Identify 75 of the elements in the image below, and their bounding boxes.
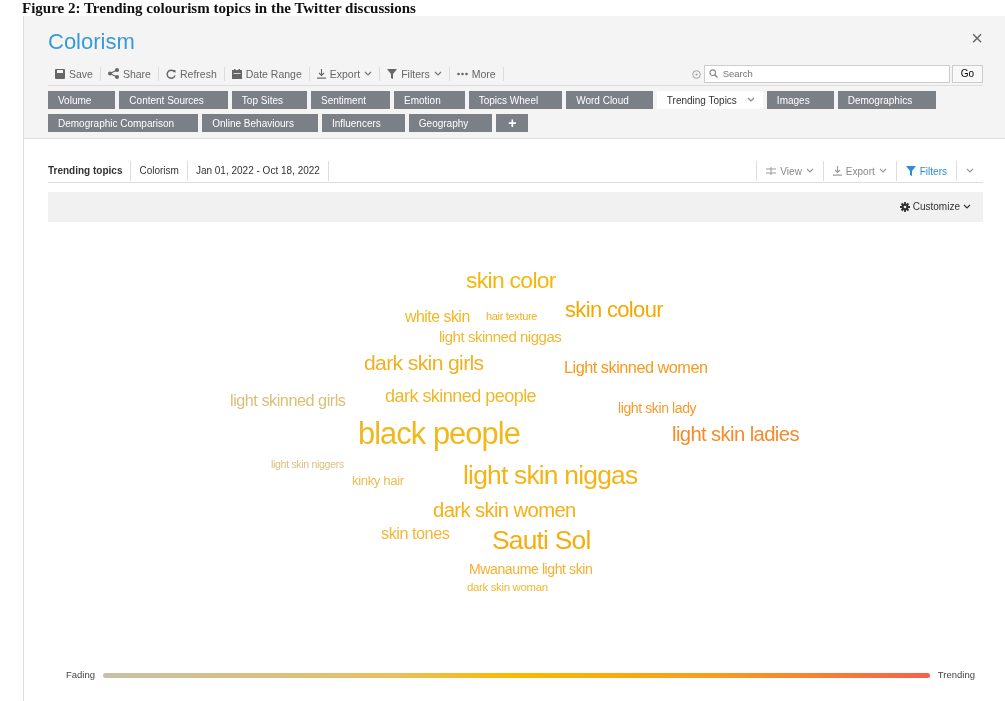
share-icon [107, 68, 119, 79]
cloud-word: light skin niggas [463, 461, 638, 488]
cloud-word: black people [358, 418, 520, 449]
cloud-word: white skin [405, 308, 470, 325]
caret-icon [805, 168, 814, 174]
cloud-word: skin color [466, 268, 556, 291]
page-title: Colorism [48, 28, 135, 56]
cloud-word: Mwanaume light skin [469, 561, 593, 576]
tab[interactable]: Sentiment [311, 91, 391, 109]
tab[interactable]: Content Sources [119, 91, 228, 109]
help-icon [691, 69, 701, 79]
legend-label: Trending [937, 667, 975, 682]
figure-caption: Figure 2: Trending colourism topics in the Twitter discussions [21, 0, 417, 16]
caret-icon [963, 203, 971, 210]
cloud-word: light skin ladies [672, 423, 799, 444]
legend-label: Fading [66, 667, 96, 682]
cloud-word: Light skinned women [564, 358, 708, 375]
cloud-word: hair texture [486, 310, 538, 321]
cloud-word: dark skin girls [364, 351, 484, 374]
cloud-word: Sauti Sol [492, 526, 591, 553]
export-button[interactable]: Export [309, 66, 381, 81]
breadcrumb-item: Trending topics [48, 161, 132, 181]
caret-icon [966, 168, 974, 174]
caret-icon [746, 97, 755, 103]
go-button[interactable]: Go [951, 64, 983, 83]
tab[interactable]: Topics Wheel [468, 91, 563, 109]
refresh-button[interactable]: Refresh [158, 66, 225, 81]
cloud-word: skin colour [565, 298, 663, 321]
filters-button[interactable]: Filters [380, 66, 450, 81]
caret-icon [364, 70, 373, 77]
tab[interactable]: Word Cloud [566, 91, 653, 109]
breadcrumb-item: Jan 01, 2022 - Oct 18, 2022 [187, 161, 329, 181]
add-tab-button[interactable]: + [496, 114, 529, 132]
download-icon [832, 166, 842, 176]
cloud-word: dark skin women [433, 499, 576, 520]
caret-icon [433, 70, 442, 77]
close-button[interactable]: × [971, 28, 983, 48]
cloud-word: light skin lady [618, 400, 697, 415]
caret-icon [878, 168, 887, 174]
view-button[interactable]: View [756, 161, 823, 181]
cloud-word: dark skin woman [467, 581, 548, 594]
view-icon [766, 167, 777, 175]
cloud-word: light skin niggers [271, 458, 344, 469]
gear-icon [899, 201, 910, 212]
tab[interactable]: Influencers [321, 114, 405, 132]
tab[interactable]: Online Behaviours [202, 114, 318, 132]
tab[interactable]: Demographic Comparison [48, 114, 199, 132]
ellipsis-icon [456, 71, 468, 76]
refresh-icon [165, 68, 176, 79]
cloud-word: kinky hair [352, 473, 404, 488]
tab[interactable]: Geography [408, 114, 493, 132]
tab[interactable]: Demographics [837, 91, 937, 109]
save-icon [55, 68, 65, 79]
cloud-word: skin tones [381, 524, 450, 541]
cloud-word: dark skinned people [385, 386, 537, 405]
tab[interactable]: Top Sites [231, 91, 307, 109]
filters-button[interactable]: Filters [895, 161, 956, 181]
filter-icon [905, 166, 916, 176]
download-icon [316, 68, 326, 79]
tab[interactable]: Images [766, 91, 834, 109]
tab[interactable]: Volume [48, 91, 116, 109]
calendar-icon [231, 68, 242, 79]
more-button[interactable]: More [449, 66, 504, 81]
filter-icon [387, 68, 398, 79]
tab[interactable]: Emotion [394, 91, 465, 109]
cloud-word: light skinned niggas [439, 329, 562, 344]
breadcrumb-item: Colorism [131, 161, 188, 181]
search-field[interactable]: Search [703, 64, 950, 83]
date-range-button[interactable]: Date Range [224, 66, 310, 81]
customize-button[interactable]: Customize [899, 199, 971, 214]
cloud-word: light skinned girls [230, 391, 346, 408]
tab[interactable]: Trending Topics [656, 91, 763, 109]
share-button[interactable]: Share [100, 66, 159, 81]
save-button[interactable]: Save [48, 66, 101, 81]
export-button[interactable]: Export [822, 161, 896, 181]
